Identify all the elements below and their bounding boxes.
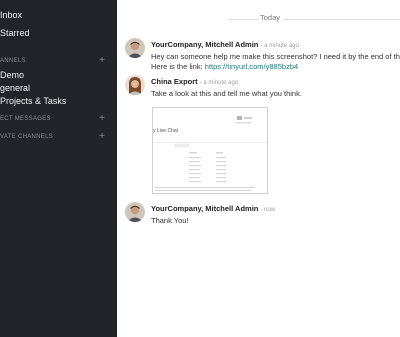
screenshot-thumbnail [153, 108, 267, 193]
message-text: Hey can someone help me make this screen… [151, 52, 400, 61]
message-text: Take a look at this and tell me what you… [151, 89, 302, 98]
thumbnail-title: y Live Chat [153, 128, 179, 134]
message-author[interactable]: China Export [151, 77, 198, 86]
message-text-prefix: Here is the link: [151, 62, 205, 71]
add-private-channel-icon[interactable]: + [99, 132, 105, 142]
message-link[interactable]: https://tinyurl.com/y885bzb4 [205, 62, 298, 71]
sidebar-item-inbox[interactable]: Inbox [0, 10, 22, 20]
avatar[interactable] [125, 75, 145, 95]
message-author[interactable]: YourCompany, Mitchell Admin [151, 40, 258, 49]
add-channel-icon[interactable]: + [99, 56, 105, 66]
message-text-line: Here is the link: https://tinyurl.com/y8… [151, 62, 400, 72]
divider [283, 19, 400, 20]
channels-section-title[interactable]: ANNELS [0, 58, 26, 64]
avatar-image [125, 202, 145, 222]
message: YourCompany, Mitchell Admin - a minute a… [151, 40, 400, 72]
date-separator: Today [117, 12, 400, 26]
attachment-image[interactable]: y Live Chat [152, 107, 268, 194]
sidebar-item-label: Projects & Tasks [0, 96, 67, 106]
sidebar-item-label: Demo [0, 70, 25, 80]
avatar-image [125, 38, 145, 58]
message-timestamp: - a minute ago [199, 80, 239, 86]
private-channels-section-title[interactable]: VATE CHANNELS [0, 134, 53, 140]
message-text: Thank You! [151, 216, 189, 225]
message: YourCompany, Mitchell Admin - now Thank … [151, 204, 275, 226]
direct-messages-section-title[interactable]: ECT MESSAGES [0, 116, 51, 122]
sidebar: Inbox Starred ANNELS + Demo general Proj… [0, 0, 117, 337]
avatar[interactable] [125, 202, 145, 222]
message-author[interactable]: YourCompany, Mitchell Admin [151, 204, 258, 213]
message: China Export - a minute ago Take a look … [151, 77, 302, 99]
avatar-image [125, 75, 145, 95]
sidebar-item-label: Starred [0, 28, 30, 38]
sidebar-item-label: Inbox [0, 10, 23, 20]
sidebar-item-projects-tasks[interactable]: Projects & Tasks [0, 96, 66, 106]
add-direct-message-icon[interactable]: + [99, 114, 105, 124]
message-author-line: YourCompany, Mitchell Admin - a minute a… [151, 40, 400, 49]
sidebar-item-starred[interactable]: Starred [0, 28, 30, 38]
sidebar-item-general[interactable]: general [0, 83, 30, 93]
message-timestamp: - now [260, 207, 276, 213]
message-author-line: YourCompany, Mitchell Admin - now [151, 204, 275, 213]
message-timestamp: - a minute ago [260, 43, 299, 49]
avatar[interactable] [125, 38, 145, 58]
date-label: Today [260, 13, 281, 22]
sidebar-item-demo[interactable]: Demo [0, 70, 24, 80]
sidebar-item-label: general [0, 83, 31, 93]
message-author-line: China Export - a minute ago [151, 77, 302, 86]
divider [229, 19, 259, 20]
message-thread: Today YourCompany, Mitchell Admin - a mi… [117, 0, 400, 337]
